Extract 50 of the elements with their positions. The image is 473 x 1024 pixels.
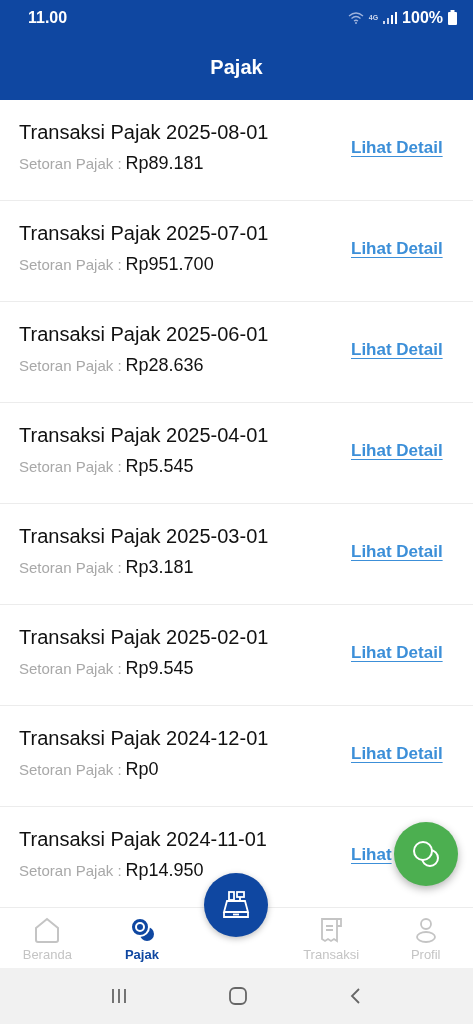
- nav-tab[interactable]: Transaksi: [283, 916, 379, 962]
- deposit-amount: Rp5.545: [125, 455, 194, 477]
- recent-apps-icon[interactable]: [110, 987, 129, 1005]
- detail-link[interactable]: Lihat Detail: [351, 339, 443, 365]
- deposit-amount: Rp28.636: [125, 354, 204, 376]
- deposit-amount: Rp14.950: [125, 859, 204, 881]
- page-title: Pajak: [210, 56, 263, 79]
- back-icon[interactable]: [348, 987, 363, 1005]
- transaction-title: Transaksi Pajak 2025-07-01: [19, 221, 269, 245]
- nav-tab[interactable]: Profil: [378, 916, 473, 962]
- transaction-title: Transaksi Pajak 2025-02-01: [19, 625, 269, 649]
- deposit-label: Setoran Pajak :: [19, 861, 122, 879]
- detail-link[interactable]: Lihat: [351, 844, 392, 870]
- deposit-label: Setoran Pajak :: [19, 760, 122, 778]
- deposit-amount: Rp951.700: [125, 253, 214, 275]
- deposit-amount: Rp9.545: [125, 657, 194, 679]
- deposit-amount: Rp3.181: [125, 556, 194, 578]
- transaction-title: Transaksi Pajak 2025-06-01: [19, 322, 269, 346]
- deposit-label: Setoran Pajak :: [19, 154, 122, 172]
- deposit-amount: Rp89.181: [125, 152, 204, 174]
- home-button-icon[interactable]: [228, 986, 249, 1006]
- deposit-label: Setoran Pajak :: [19, 356, 122, 374]
- transaction-title: Transaksi Pajak 2024-11-01: [19, 827, 267, 851]
- deposit-label: Setoran Pajak :: [19, 659, 122, 677]
- wifi-icon: [347, 11, 364, 24]
- nav-tab[interactable]: Beranda: [0, 916, 95, 962]
- detail-link[interactable]: Lihat Detail: [351, 743, 443, 769]
- deposit-label: Setoran Pajak :: [19, 457, 122, 475]
- detail-link[interactable]: Lihat Detail: [351, 137, 443, 163]
- transaction-title: Transaksi Pajak 2025-08-01: [19, 120, 269, 144]
- transaction-title: Transaksi Pajak 2024-12-01: [19, 726, 269, 750]
- battery-icon: [448, 10, 457, 25]
- detail-link[interactable]: Lihat Detail: [351, 642, 443, 668]
- detail-link[interactable]: Lihat Detail: [351, 440, 443, 466]
- signal-icon: [383, 11, 398, 24]
- detail-link[interactable]: Lihat Detail: [351, 541, 443, 567]
- cashier-button[interactable]: [204, 873, 268, 937]
- detail-link[interactable]: Lihat Detail: [351, 238, 443, 264]
- coins-icon: [411, 840, 441, 868]
- battery-percent: 100%: [402, 8, 443, 27]
- transaction-title: Transaksi Pajak 2025-04-01: [19, 423, 269, 447]
- home-icon: [33, 916, 62, 944]
- deposit-label: Setoran Pajak :: [19, 255, 122, 273]
- deposit-amount: Rp0: [125, 758, 159, 780]
- tax-action-button[interactable]: [394, 822, 458, 886]
- cash-register-icon: [221, 890, 251, 920]
- transaction-title: Transaksi Pajak 2025-03-01: [19, 524, 269, 548]
- nav-tab[interactable]: Pajak: [94, 916, 190, 962]
- status-time: 11.00: [28, 8, 68, 27]
- deposit-label: Setoran Pajak :: [19, 558, 122, 576]
